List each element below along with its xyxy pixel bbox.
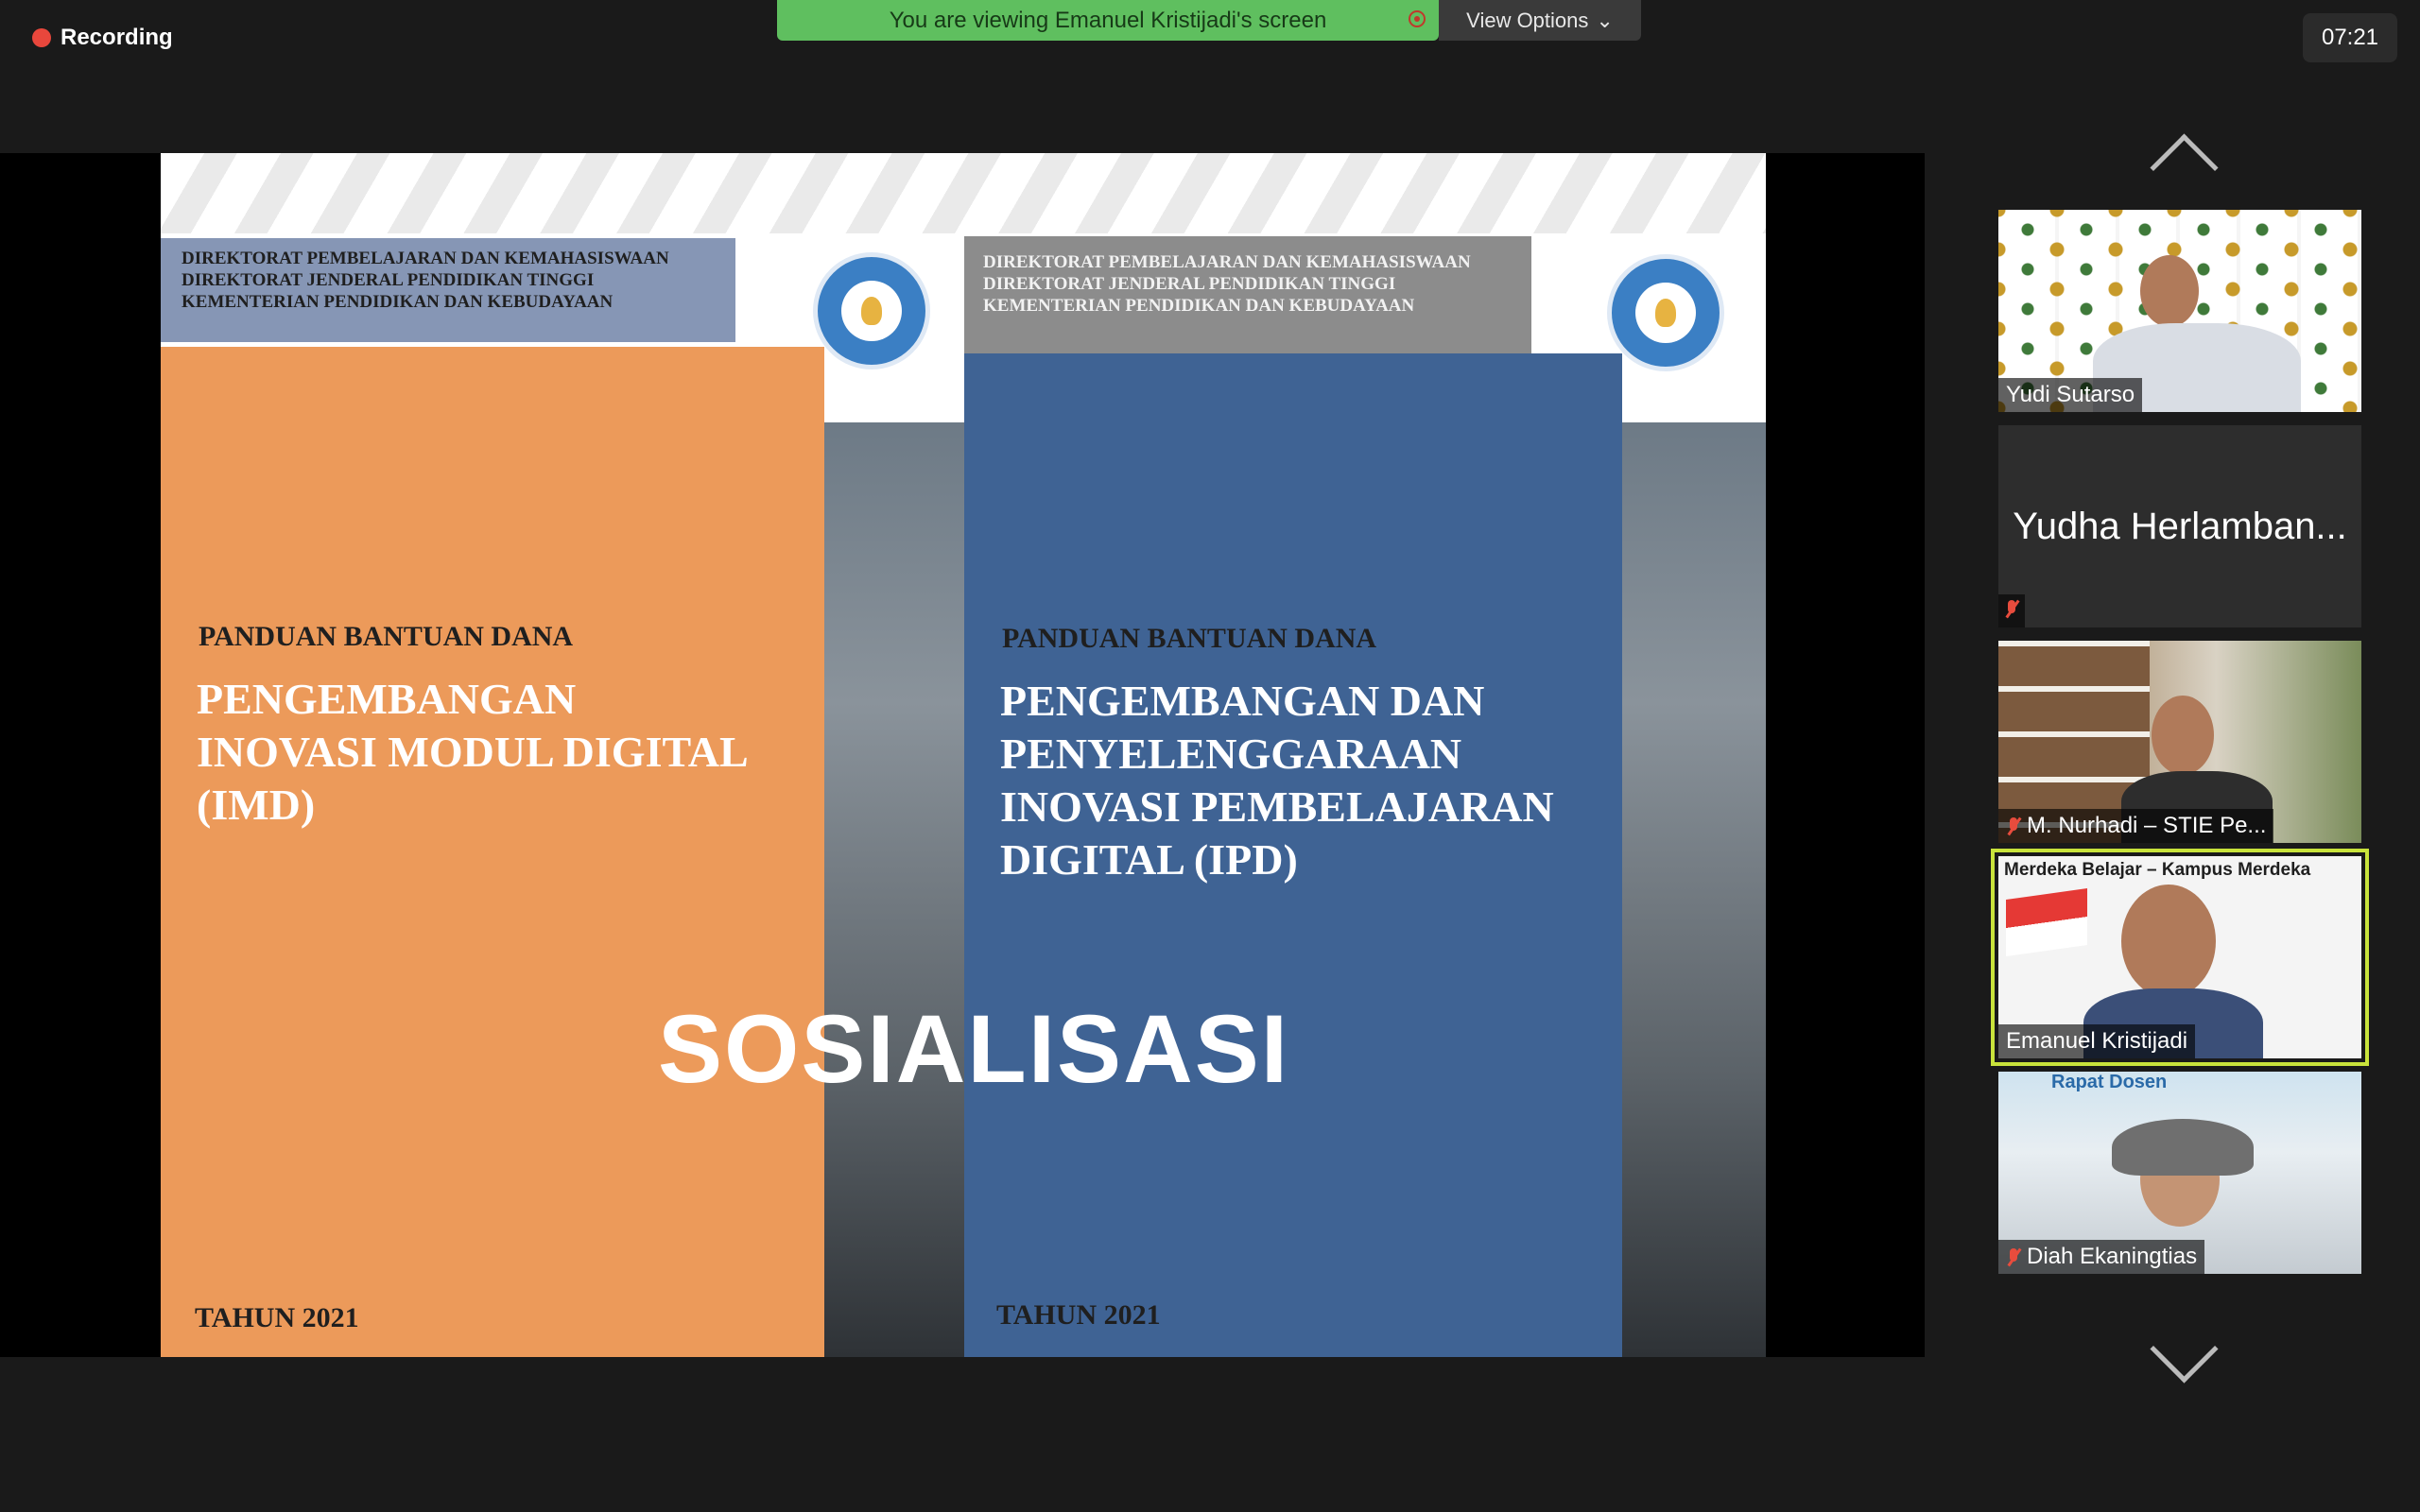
virtual-background-text: Rapat Dosen (2051, 1072, 2168, 1092)
title-line: PENGEMBANGAN (197, 675, 577, 723)
right-year-label: TAHUN 2021 (996, 1299, 1161, 1331)
participant-tile-active[interactable]: Merdeka Belajar – Kampus Merdeka Emanuel… (1998, 856, 2361, 1058)
participant-video (2121, 885, 2216, 998)
participant-headscarf (2112, 1119, 2254, 1176)
directorate-line: DIREKTORAT JENDERAL PENDIDIKAN TINGGI (182, 270, 595, 290)
title-line: INOVASI MODUL DIGITAL (197, 728, 749, 776)
title-line: INOVASI PEMBELAJARAN (1000, 782, 1554, 831)
participant-tile[interactable]: Yudi Sutarso (1998, 210, 2361, 412)
record-dot-icon (32, 28, 51, 47)
right-directorate-text: DIREKTORAT PEMBELAJARAN DAN KEMAHASISWAA… (983, 251, 1522, 317)
left-panduan-heading: PANDUAN BANTUAN DANA (199, 621, 574, 652)
left-cover-title: PENGEMBANGAN INOVASI MODUL DIGITAL (IMD) (197, 673, 811, 832)
participant-name-label: Yudi Sutarso (1998, 378, 2143, 412)
tut-wuri-handayani-logo-icon (813, 252, 930, 369)
laptop-photo-strip (1616, 422, 1766, 1357)
slide-decoration (161, 153, 1766, 233)
participant-tile[interactable]: Rapat Dosen Diah Ekaningtias (1998, 1072, 2361, 1274)
left-cover-panel (161, 347, 824, 1357)
meeting-timer: 07:21 (2303, 13, 2397, 62)
participant-name: Diah Ekaningtias (2027, 1244, 2198, 1269)
participant-video (2140, 255, 2199, 327)
directorate-line: DIREKTORAT PEMBELAJARAN DAN KEMAHASISWAA… (983, 252, 1471, 272)
participant-tile[interactable]: M. Nurhadi – STIE Pe... (1998, 641, 2361, 843)
gallery-scroll-up-icon[interactable] (2150, 133, 2219, 202)
chevron-down-icon: ⌄ (1596, 8, 1614, 32)
indonesia-flag-icon (2006, 887, 2087, 957)
directorate-line: KEMENTERIAN PENDIDIKAN DAN KEBUDAYAAN (983, 296, 1415, 316)
participant-name: Yudi Sutarso (2006, 382, 2135, 407)
participant-name-label: Emanuel Kristijadi (1998, 1024, 2196, 1058)
screen-share-text: You are viewing Emanuel Kristijadi's scr… (889, 7, 1327, 33)
laptop-photo-strip (822, 422, 964, 1357)
share-status-icon (1409, 10, 1426, 27)
title-line: (IMD) (197, 781, 316, 829)
title-line: DIGITAL (IPD) (1000, 835, 1298, 884)
participant-tile[interactable]: Yudha Herlamban... (1998, 425, 2361, 627)
participant-name: M. Nurhadi – STIE Pe... (2027, 813, 2267, 838)
title-line: PENGEMBANGAN DAN (1000, 677, 1485, 725)
mic-muted-icon (2006, 1246, 2021, 1267)
mic-muted-icon (2006, 816, 2021, 836)
participant-name: Emanuel Kristijadi (2006, 1028, 2188, 1054)
slide-overlay-title: SOSIALISASI (658, 995, 1290, 1103)
view-options-label: View Options (1466, 8, 1589, 32)
directorate-line: DIREKTORAT JENDERAL PENDIDIKAN TINGGI (983, 274, 1396, 294)
recording-label: Recording (60, 25, 173, 50)
left-year-label: TAHUN 2021 (195, 1302, 359, 1333)
left-header-notch (735, 238, 824, 314)
right-cover-title: PENGEMBANGAN DAN PENYELENGGARAAN INOVASI… (1000, 675, 1652, 886)
presentation-slide: DIREKTORAT PEMBELAJARAN DAN KEMAHASISWAA… (161, 153, 1766, 1357)
participant-name: Yudha Herlamban... (2013, 505, 2347, 547)
screen-share-banner: You are viewing Emanuel Kristijadi's scr… (777, 0, 1439, 41)
participant-name-label: M. Nurhadi – STIE Pe... (1998, 809, 2274, 843)
mic-muted-icon (2004, 598, 2019, 619)
gallery-scroll-down-icon[interactable] (2150, 1314, 2219, 1383)
virtual-background-text: Merdeka Belajar – Kampus Merdeka (2004, 860, 2311, 880)
view-options-button[interactable]: View Options ⌄ (1439, 0, 1641, 41)
tut-wuri-handayani-logo-icon (1607, 254, 1724, 371)
recording-indicator[interactable]: Recording (32, 25, 173, 51)
title-line: PENYELENGGARAAN (1000, 730, 1462, 778)
participant-video (2152, 696, 2214, 775)
participant-name-label: Diah Ekaningtias (1998, 1240, 2205, 1274)
directorate-line: DIREKTORAT PEMBELAJARAN DAN KEMAHASISWAA… (182, 249, 669, 268)
directorate-line: KEMENTERIAN PENDIDIKAN DAN KEBUDAYAAN (182, 292, 614, 312)
participant-status (1998, 594, 2025, 627)
right-panduan-heading: PANDUAN BANTUAN DANA (1002, 623, 1377, 654)
left-directorate-text: DIREKTORAT PEMBELAJARAN DAN KEMAHASISWAA… (182, 248, 730, 313)
